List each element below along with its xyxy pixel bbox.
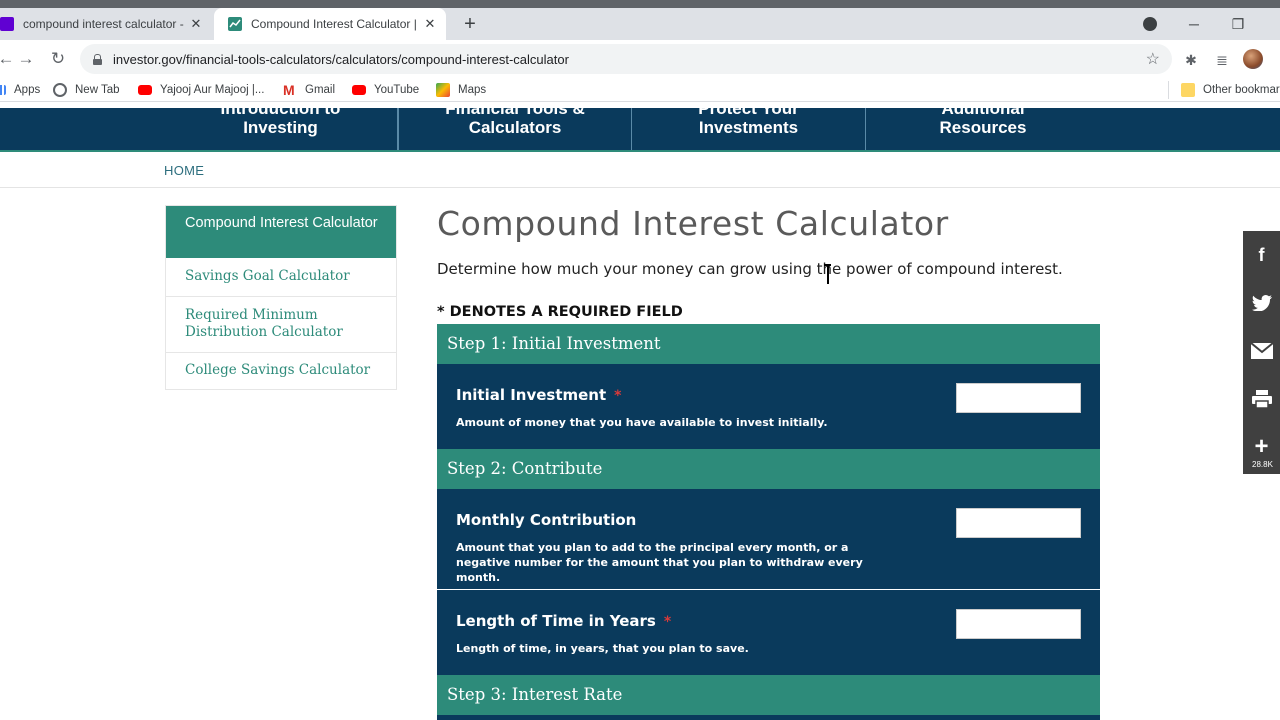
nav-label-line2: Resources (939, 118, 1027, 137)
bookmark-maps[interactable]: Maps (436, 81, 486, 99)
monthly-contribution-field: Monthly Contribution Amount that you pla… (437, 489, 1100, 589)
sidebar-divider (166, 296, 396, 297)
field-label: Length of Time in Years * (456, 612, 671, 630)
bookmarks-bar: Apps New Tab Yajooj Aur Majooj |... M Gm… (0, 78, 1280, 102)
sidebar-item-rmd[interactable]: Required Minimum Distribution Calculator (166, 307, 366, 341)
tab-title: Compound Interest Calculator | I (251, 17, 420, 31)
maps-pin-icon (436, 83, 450, 97)
monthly-contribution-input[interactable] (956, 508, 1081, 538)
field-label: Initial Investment * (456, 386, 622, 404)
nav-label-line2: Investments (698, 118, 799, 137)
bookmark-label: Gmail (305, 84, 336, 96)
tab-search-icon[interactable] (1143, 17, 1157, 31)
share-count: 28.8K (1252, 460, 1273, 469)
text-cursor-icon (824, 264, 831, 284)
page-title: Compound Interest Calculator (437, 204, 949, 243)
field-description: Amount that you plan to add to the princ… (456, 541, 863, 584)
social-share-rail: f + 28.8K (1243, 231, 1280, 474)
length-of-time-input[interactable] (956, 609, 1081, 639)
yahoo-favicon-icon (0, 17, 14, 31)
bookmark-label: New Tab (75, 84, 120, 96)
window-top-strip (0, 0, 1280, 8)
bookmark-yajooj[interactable]: Yajooj Aur Majooj |... (138, 81, 264, 99)
initial-investment-field: Initial Investment * Amount of money that… (437, 364, 1100, 449)
nav-additional-resources[interactable]: Additional Resources (866, 108, 1100, 150)
field-description: Amount of money that you have available … (456, 416, 828, 429)
nav-label-line1: Introduction to (220, 108, 341, 118)
forward-arrow-icon[interactable]: → (14, 47, 38, 71)
bookmark-star-icon[interactable]: ☆ (1146, 49, 1160, 69)
gmail-icon: M (283, 82, 295, 98)
bookmark-label: Maps (458, 84, 487, 96)
print-icon[interactable] (1243, 375, 1280, 423)
chart-favicon-icon (228, 17, 242, 31)
nav-financial-tools[interactable]: Financial Tools & Calculators (398, 108, 632, 150)
bookmark-gmail[interactable]: M Gmail (283, 81, 335, 99)
step-1-header: Step 1: Initial Investment (437, 324, 1100, 364)
sidebar-divider (166, 352, 396, 353)
nav-label-line1: Financial Tools & (445, 108, 585, 118)
nav-intro-investing[interactable]: Introduction to Investing (164, 108, 398, 150)
required-field-note: * DENOTES A REQUIRED FIELD (437, 304, 683, 320)
reload-icon[interactable]: ↻ (46, 47, 70, 71)
field-label-text: Length of Time in Years (456, 612, 656, 630)
bookmark-other[interactable]: Other bookmarks (1168, 81, 1280, 99)
youtube-icon (352, 85, 366, 95)
close-tab-icon[interactable]: ✕ (186, 16, 206, 32)
sidebar-item-savings-goal[interactable]: Savings Goal Calculator (166, 268, 396, 285)
bookmark-label: Other bookmarks (1203, 84, 1280, 96)
required-asterisk: * (614, 388, 622, 404)
required-asterisk: * (663, 614, 672, 630)
url-text: investor.gov/financial-tools-calculators… (113, 51, 569, 67)
nav-label-line2: Calculators (468, 118, 562, 137)
interest-rate-field (437, 715, 1100, 720)
bookmark-label: Yajooj Aur Majooj |... (160, 84, 265, 96)
bookmark-new-tab[interactable]: New Tab (53, 81, 120, 99)
tab-bar: compound interest calculator - Y ✕ Compo… (0, 8, 1280, 40)
extensions-puzzle-icon[interactable]: ✱ (1181, 50, 1201, 70)
folder-icon (1181, 83, 1195, 97)
apps-grid-icon (0, 85, 6, 95)
length-of-time-field: Length of Time in Years * Length of time,… (437, 590, 1100, 675)
restore-icon[interactable]: ❐ (1218, 8, 1258, 40)
close-tab-icon[interactable]: ✕ (420, 16, 440, 32)
tab-yahoo-search[interactable]: compound interest calculator - Y ✕ (0, 8, 212, 40)
bookmark-apps[interactable]: Apps (0, 81, 40, 99)
globe-icon (53, 83, 67, 97)
field-label: Monthly Contribution (456, 511, 636, 529)
minimize-icon[interactable]: ─ (1174, 8, 1214, 40)
nav-label-line1: Protect Your (698, 108, 799, 118)
calculator-sidebar: Compound Interest Calculator Savings Goa… (165, 205, 397, 390)
sidebar-item-college-savings[interactable]: College Savings Calculator (166, 362, 396, 379)
sidebar-item-compound-interest[interactable]: Compound Interest Calculator (166, 206, 396, 258)
nav-label-line1: Additional (941, 108, 1025, 118)
initial-investment-input[interactable] (956, 383, 1081, 413)
page-intro: Determine how much your money can grow u… (437, 260, 1063, 278)
bookmark-youtube[interactable]: YouTube (352, 81, 419, 99)
tab-compound-calculator[interactable]: Compound Interest Calculator | I ✕ (214, 8, 446, 40)
address-bar[interactable]: investor.gov/financial-tools-calculators… (80, 44, 1172, 74)
breadcrumb-home[interactable]: HOME (164, 163, 204, 178)
field-label-text: Monthly Contribution (456, 511, 637, 529)
facebook-icon[interactable]: f (1243, 231, 1280, 279)
email-icon[interactable] (1243, 327, 1280, 375)
site-nav: Introduction to Investing Financial Tool… (0, 108, 1280, 150)
step-3-header: Step 3: Interest Rate (437, 675, 1100, 715)
field-description: Length of time, in years, that you plan … (456, 642, 749, 655)
bookmark-label: Apps (14, 84, 41, 96)
browser-toolbar: ← → ↻ investor.gov/financial-tools-calcu… (0, 40, 1280, 78)
profile-avatar[interactable] (1243, 49, 1263, 69)
breadcrumb: HOME (0, 152, 1280, 188)
step-2-header: Step 2: Contribute (437, 449, 1100, 489)
tab-title: compound interest calculator - Y (23, 17, 186, 31)
reading-list-icon[interactable]: ≣ (1212, 50, 1232, 70)
twitter-icon[interactable] (1243, 279, 1280, 327)
field-label-text: Initial Investment (456, 386, 607, 404)
nav-protect-investments[interactable]: Protect Your Investments (632, 108, 866, 150)
youtube-icon (138, 85, 152, 95)
nav-label-line2: Investing (243, 118, 318, 137)
lock-icon (93, 53, 102, 65)
new-tab-plus-icon[interactable]: + (458, 12, 482, 36)
bookmark-label: YouTube (374, 84, 420, 96)
